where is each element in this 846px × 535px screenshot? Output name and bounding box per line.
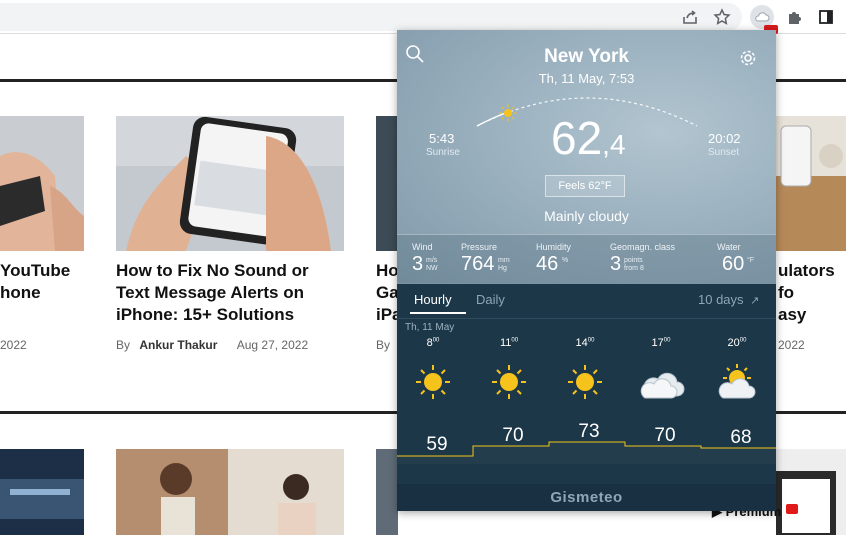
tab-ten-days[interactable]: 10 days ↗ — [698, 292, 759, 307]
humidity-unit: % — [562, 257, 569, 264]
footer: Gismeteo — [397, 484, 776, 511]
sunrise-time: 5:43 — [429, 131, 455, 146]
pressure-unit-top: mm — [498, 257, 510, 264]
article-thumbnail[interactable] — [776, 449, 846, 535]
wind-value: 3 — [412, 253, 424, 275]
hour-minutes: 00 — [587, 337, 595, 344]
weather-popup: New York Th, 11 May, 7:53 5:43 Sunrise 2… — [397, 30, 776, 511]
external-link-icon: ↗ — [750, 295, 760, 307]
title-line: hone — [0, 283, 41, 302]
humidity-label: Humidity — [536, 242, 572, 252]
sunrise-label: Sunrise — [426, 147, 460, 158]
title-line: YouTube — [0, 261, 71, 280]
hour-label: 2000 — [717, 337, 757, 349]
title-line: asy — [778, 305, 807, 324]
title-line: iPhone: 15+ Solutions — [116, 305, 295, 324]
temperature-integer: 62 — [551, 112, 603, 164]
hour-value: 11 — [499, 337, 512, 349]
by-label: By — [116, 338, 131, 352]
sun-icon — [492, 365, 526, 399]
article-thumbnail[interactable] — [776, 116, 846, 251]
tab-separator — [397, 318, 776, 319]
star-icon[interactable] — [710, 5, 734, 29]
article-meta: By — [376, 338, 391, 352]
article-thumbnail[interactable] — [0, 116, 84, 251]
tab-hourly[interactable]: Hourly — [414, 292, 452, 307]
article-thumbnail[interactable] — [376, 449, 398, 535]
hour-minutes: 00 — [739, 337, 747, 344]
humidity-value: 46 — [536, 253, 559, 275]
screen: YouTube hone 2022 How to Fix No Sound or… — [0, 0, 846, 535]
article-thumbnail[interactable] — [116, 449, 344, 535]
title-line: How to Fix No Sound or — [116, 261, 309, 280]
feels-like-badge: Feels 62°F — [545, 175, 625, 197]
article-date: 2022 — [778, 338, 805, 352]
sidepanel-icon[interactable] — [814, 5, 838, 29]
wind-unit: m/s — [426, 257, 438, 264]
weather-condition: Mainly cloudy — [544, 208, 629, 224]
wind-direction: NW — [426, 265, 438, 272]
pressure-label: Pressure — [461, 242, 498, 252]
article-meta: By Ankur Thakur Aug 27, 2022 — [116, 338, 308, 352]
geomag-unit-top: points — [624, 257, 643, 264]
article-author[interactable]: Ankur Thakur — [139, 338, 217, 352]
geomag-label: Geomagn. class — [610, 242, 676, 252]
hour-temperature: 70 — [502, 425, 524, 446]
hour-label: 1100 — [489, 337, 529, 349]
sun-position-icon — [499, 104, 517, 122]
hour-value: 17 — [651, 337, 664, 349]
hour-label: 1400 — [565, 337, 605, 349]
article-date: 2022 — [0, 338, 27, 352]
pressure-value: 764 — [461, 253, 495, 275]
hour-value: 20 — [727, 337, 740, 349]
geomag-unit-bottom: from 8 — [624, 265, 644, 272]
gismeteo-logo[interactable]: Gismeteo — [397, 484, 776, 511]
stats-bar: Wind 3 m/s NW Pressure 764 mm Hg Humidit… — [397, 234, 776, 284]
hour-minutes: 00 — [663, 337, 671, 344]
water-unit: °F — [747, 257, 755, 264]
tab-daily[interactable]: Daily — [476, 292, 505, 307]
gismeteo-extension-icon[interactable] — [750, 5, 778, 34]
current-temperature: 62,4 — [551, 112, 626, 171]
sun-icon — [416, 365, 450, 399]
browser-toolbar — [0, 0, 846, 34]
hour-label: 800 — [413, 337, 453, 349]
sunset-time: 20:02 — [708, 131, 741, 146]
address-bar[interactable] — [0, 3, 742, 31]
hour-temperature: 59 — [426, 434, 448, 455]
pressure-unit-bottom: Hg — [498, 265, 507, 272]
sun-cloud-icon — [718, 364, 756, 399]
title-line: ulators fo — [778, 261, 835, 302]
article-date: Aug 27, 2022 — [236, 338, 309, 352]
article-title[interactable]: How to Fix No Sound or Text Message Aler… — [116, 260, 309, 326]
hour-label: 1700 — [641, 337, 681, 349]
hour-temperature: 73 — [578, 421, 600, 442]
hour-temperature: 70 — [654, 425, 676, 446]
temperature-fraction: ,4 — [602, 129, 626, 160]
hour-temperature: 68 — [730, 427, 752, 448]
hour-value: 14 — [575, 337, 588, 349]
ten-days-label: 10 days — [698, 292, 744, 307]
geomag-value: 3 — [610, 253, 622, 275]
article-title[interactable]: ulators fo asy — [778, 260, 846, 326]
sunset-label: Sunset — [708, 147, 740, 158]
article-thumbnail[interactable] — [0, 449, 84, 535]
sun-icon — [568, 365, 602, 399]
hour-minutes: 00 — [511, 337, 519, 344]
cloud-icon — [640, 372, 685, 399]
day-label: Th, 11 May — [405, 322, 455, 333]
wind-label: Wind — [412, 242, 433, 252]
title-line: Text Message Alerts on — [116, 283, 305, 302]
puzzle-icon[interactable] — [783, 5, 807, 29]
article-title[interactable]: YouTube hone — [0, 260, 70, 304]
article-thumbnail[interactable] — [116, 116, 344, 251]
water-value: 60 — [722, 253, 745, 275]
share-icon[interactable] — [678, 5, 702, 29]
forecast-panel: Hourly Daily 10 days ↗ Th, 11 May 800 11… — [397, 284, 776, 511]
hour-minutes: 00 — [432, 337, 440, 344]
water-label: Water — [717, 242, 741, 252]
tab-hourly-underline — [410, 312, 466, 314]
article-thumbnail[interactable] — [376, 116, 398, 251]
